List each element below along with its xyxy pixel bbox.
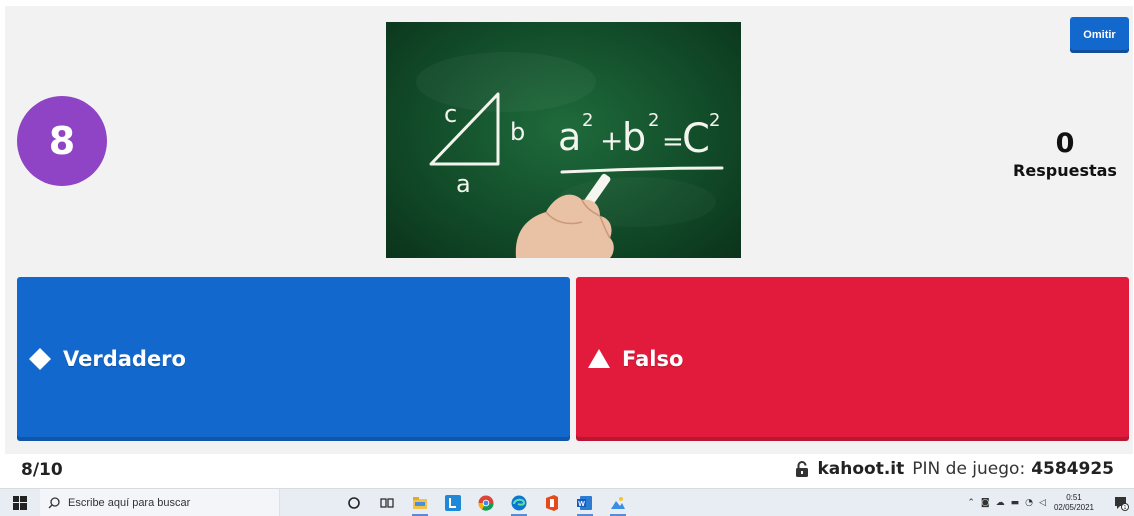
answer-true-label: Verdadero xyxy=(63,347,186,371)
notification-count: 1 xyxy=(1123,505,1126,511)
formula-exp-3: 2 xyxy=(709,110,720,131)
wifi-icon[interactable]: ◔ xyxy=(1025,498,1033,508)
cortana-icon[interactable] xyxy=(340,489,368,516)
file-explorer-icon[interactable] xyxy=(406,489,434,516)
kahoot-window: 8 c b a a 2 + b 2 = C 2 Omitir 0 Respues… xyxy=(0,0,1134,516)
skip-button[interactable]: Omitir xyxy=(1070,17,1129,53)
clock-date: 02/05/2021 xyxy=(1053,503,1094,512)
office-icon[interactable] xyxy=(538,489,566,516)
windows-icon xyxy=(13,495,27,510)
pin-label: PIN de juego: xyxy=(912,459,1026,479)
photos-icon[interactable] xyxy=(604,489,632,516)
battery-icon[interactable]: ▬ xyxy=(1011,498,1020,508)
formula-exp-2: 2 xyxy=(648,110,659,131)
start-button[interactable] xyxy=(0,489,40,516)
game-pin: 4584925 xyxy=(1031,459,1114,479)
volume-icon[interactable]: ◁ xyxy=(1039,498,1046,508)
question-image: c b a a 2 + b 2 = C 2 xyxy=(386,22,741,258)
formula-plus: + xyxy=(600,124,623,157)
question-progress: 8/10 xyxy=(21,460,63,480)
game-pin-info: kahoot.it PIN de juego: 4584925 xyxy=(795,459,1114,479)
system-tray: ⌃ ◙ ☁ ▬ ◔ ◁ 0:51 02/05/2021 1 xyxy=(967,489,1134,516)
tray-icons: ⌃ ◙ ☁ ▬ ◔ ◁ xyxy=(967,498,1046,508)
onedrive-icon[interactable]: ☁ xyxy=(996,498,1005,508)
site-name: kahoot.it xyxy=(817,459,905,479)
taskbar-apps: W xyxy=(340,489,637,516)
windows-taskbar: Escribe aquí para buscar W ⌃ ◙ ☁ ▬ ◔ ◁ 0… xyxy=(0,488,1134,516)
search-placeholder: Escribe aquí para buscar xyxy=(68,496,191,509)
chevron-up-icon[interactable]: ⌃ xyxy=(967,498,975,508)
formula-c: C xyxy=(682,116,710,162)
meet-icon[interactable]: ◙ xyxy=(981,498,990,508)
formula-equals: = xyxy=(662,127,684,157)
formula-b: b xyxy=(622,115,646,159)
l-app-icon[interactable] xyxy=(439,489,467,516)
formula-a: a xyxy=(558,115,581,159)
lock-icon[interactable] xyxy=(795,461,809,477)
edge-icon[interactable] xyxy=(505,489,533,516)
side-c-label: c xyxy=(444,100,457,128)
side-a-label: a xyxy=(456,170,471,198)
countdown-timer: 8 xyxy=(17,96,107,186)
answers-count-value: 0 xyxy=(1055,128,1075,159)
timer-value: 8 xyxy=(48,119,76,163)
task-view-icon[interactable] xyxy=(373,489,401,516)
answers-counter: 0 Respuestas xyxy=(1000,128,1130,182)
formula-exp-1: 2 xyxy=(582,110,593,131)
svg-text:W: W xyxy=(578,501,585,508)
answer-false-label: Falso xyxy=(622,347,684,371)
chrome-icon[interactable] xyxy=(472,489,500,516)
taskbar-search[interactable]: Escribe aquí para buscar xyxy=(40,488,280,516)
clock[interactable]: 0:51 02/05/2021 xyxy=(1054,493,1094,513)
answer-false-button[interactable]: Falso xyxy=(576,277,1129,441)
side-b-label: b xyxy=(510,118,525,146)
clock-time: 0:51 xyxy=(1066,493,1082,502)
word-icon[interactable]: W xyxy=(571,489,599,516)
triangle-icon xyxy=(586,346,612,372)
answer-true-button[interactable]: Verdadero xyxy=(17,277,570,441)
notification-center-icon[interactable]: 1 xyxy=(1108,489,1134,516)
search-icon xyxy=(48,496,60,508)
diamond-icon xyxy=(27,346,53,372)
answers-count-label: Respuestas xyxy=(1013,161,1117,180)
